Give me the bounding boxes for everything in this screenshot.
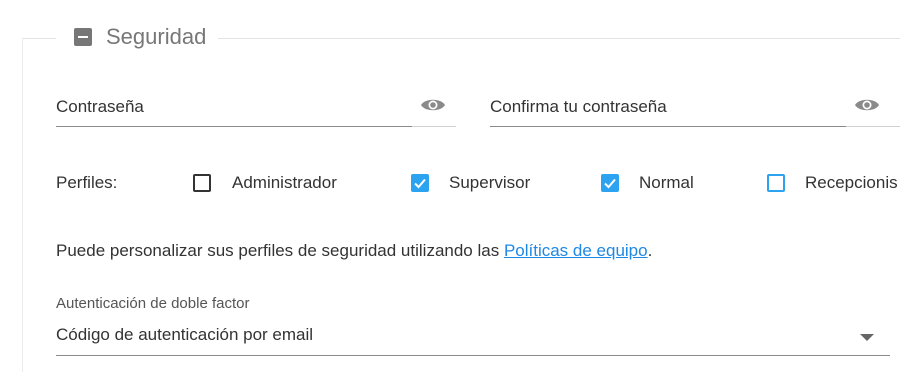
team-policies-link[interactable]: Políticas de equipo [504,241,648,260]
password-field[interactable]: Contraseña [56,88,456,128]
info-text: Puede personalizar sus perfiles de segur… [56,241,652,261]
info-text-suffix: . [647,241,653,260]
profiles-label: Perfiles: [56,173,118,192]
section-title: Seguridad [106,24,207,49]
checkbox-normal[interactable] [601,174,619,192]
confirm-password-field[interactable]: Confirma tu contraseña [490,88,900,128]
password-underline [56,126,412,127]
two-factor-label: Autenticación de doble factor [56,295,250,312]
dropdown-arrow-icon[interactable] [860,334,874,341]
checkbox-recepcionista[interactable] [767,174,785,192]
security-section: Seguridad Contraseña Confirma tu contras… [0,0,900,372]
fieldset-border-side [22,38,23,372]
minus-square-icon[interactable] [74,28,92,46]
checkbox-label-administrador[interactable]: Administrador [232,173,337,193]
two-factor-underline [56,355,890,356]
checkbox-supervisor[interactable] [411,174,429,192]
checkbox-label-supervisor[interactable]: Supervisor [449,173,530,193]
password-label: Contraseña [56,97,144,116]
check-icon [604,178,616,189]
check-icon [414,178,426,189]
fieldset-border-left [22,38,56,39]
eye-icon[interactable] [854,96,880,114]
confirm-password-label: Confirma tu contraseña [490,97,667,116]
section-legend[interactable]: Seguridad [74,22,206,52]
two-factor-select[interactable]: Código de autenticación por email [56,325,313,345]
info-text-body: Puede personalizar sus perfiles de segur… [56,241,504,260]
confirm-password-underline [490,126,846,127]
checkbox-label-recepcionista[interactable]: Recepcionis [805,173,900,193]
fieldset-border-right [218,38,900,39]
password-icon-underline [412,126,456,127]
eye-icon[interactable] [420,96,446,114]
checkbox-label-normal[interactable]: Normal [639,173,694,193]
confirm-password-icon-underline [846,126,900,127]
checkbox-administrador[interactable] [193,174,211,192]
